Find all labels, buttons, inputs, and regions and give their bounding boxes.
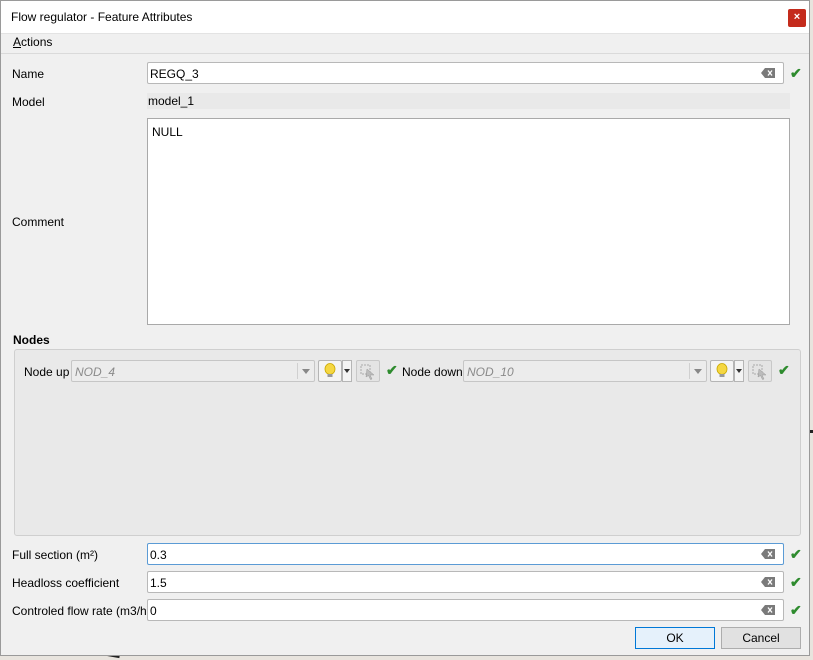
chevron-down-icon	[302, 369, 310, 374]
nodes-groupbox: Node up NOD_4 ✔ Node down NOD_10 ✔	[14, 349, 801, 536]
valid-check-icon: ✔	[386, 362, 398, 378]
valid-check-icon: ✔	[790, 546, 802, 562]
headloss-label: Headloss coefficient	[12, 576, 120, 590]
valid-check-icon: ✔	[778, 362, 790, 378]
full-section-value: 0.3	[150, 548, 167, 562]
menu-bar: Actions	[1, 33, 809, 54]
map-pointer-icon	[752, 364, 767, 380]
node-up-map-select-button[interactable]	[356, 360, 380, 382]
node-down-identify-button[interactable]	[710, 360, 734, 382]
node-down-map-select-button[interactable]	[748, 360, 772, 382]
map-pointer-icon	[360, 364, 375, 380]
close-button[interactable]: ×	[788, 9, 806, 27]
controled-flow-input[interactable]: 0	[147, 599, 784, 621]
comment-textarea[interactable]: NULL	[147, 118, 790, 325]
controled-flow-label: Controled flow rate (m3/h)	[12, 604, 151, 618]
model-label: Model	[12, 95, 45, 109]
full-section-input[interactable]: 0.3	[147, 543, 784, 565]
ok-button[interactable]: OK	[635, 627, 715, 649]
node-up-identify-button[interactable]	[318, 360, 342, 382]
lightbulb-icon	[324, 363, 336, 377]
node-down-identify-dropdown[interactable]	[734, 360, 744, 382]
headloss-input[interactable]: 1.5	[147, 571, 784, 593]
full-section-label: Full section (m²)	[12, 548, 99, 562]
node-down-value: NOD_10	[467, 365, 514, 379]
node-down-label: Node down	[402, 365, 463, 379]
menu-actions[interactable]: Actions	[13, 35, 52, 49]
model-value-field: model_1	[147, 93, 790, 109]
comment-value: NULL	[152, 125, 183, 139]
feature-attributes-dialog: Flow regulator - Feature Attributes × Ac…	[0, 0, 810, 656]
name-input[interactable]: REGQ_3	[147, 62, 784, 84]
title-bar[interactable]: Flow regulator - Feature Attributes ×	[1, 1, 809, 34]
node-up-identify-dropdown[interactable]	[342, 360, 352, 382]
node-up-combobox[interactable]: NOD_4	[71, 360, 315, 382]
name-value: REGQ_3	[150, 67, 199, 81]
menu-actions-label: ctions	[21, 35, 53, 49]
cancel-button[interactable]: Cancel	[721, 627, 801, 649]
valid-check-icon: ✔	[790, 65, 802, 81]
clear-text-icon[interactable]	[761, 577, 775, 587]
nodes-group-title: Nodes	[13, 333, 50, 347]
comment-label: Comment	[12, 215, 65, 229]
valid-check-icon: ✔	[790, 602, 802, 618]
window-title: Flow regulator - Feature Attributes	[11, 10, 193, 24]
headloss-value: 1.5	[150, 576, 167, 590]
valid-check-icon: ✔	[790, 574, 802, 590]
node-up-value: NOD_4	[75, 365, 116, 379]
node-up-label: Node up	[24, 365, 70, 379]
combo-separator	[689, 363, 690, 379]
chevron-down-icon	[694, 369, 702, 374]
clear-text-icon[interactable]	[761, 549, 775, 559]
name-label: Name	[12, 67, 45, 81]
clear-text-icon[interactable]	[761, 605, 775, 615]
combo-separator	[297, 363, 298, 379]
menu-actions-mnemonic: A	[13, 35, 22, 49]
model-value: model_1	[148, 94, 195, 108]
controled-flow-value: 0	[150, 604, 157, 618]
lightbulb-icon	[716, 363, 728, 377]
clear-text-icon[interactable]	[761, 68, 775, 78]
node-down-combobox[interactable]: NOD_10	[463, 360, 707, 382]
